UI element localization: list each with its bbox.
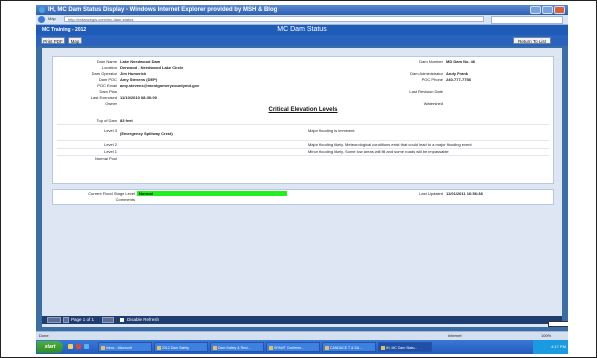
poc-email-value[interactable]: amy.stevens@montgomerycountymd.gov [120, 83, 199, 88]
label: Level 1 [104, 149, 117, 154]
critical-levels-heading: Critical Elevation Levels [268, 107, 338, 113]
flood-stage-indicator: Normal [137, 191, 287, 196]
windows-taskbar: start Inbox - Microsoft 2012 Dam Safety … [36, 340, 568, 354]
window-titlebar: IH, MC Dam Status Display - Windows Inte… [36, 5, 568, 15]
disable-refresh-checkbox[interactable] [120, 318, 124, 322]
taskbar-button-label: 2012 Dam Safety [162, 346, 190, 350]
level-3-value: (Emergency Spillway Crest) [120, 131, 173, 136]
taskbar-button-label: SFAWT Conferen... [274, 346, 305, 350]
last-exercised-value: 11/10/2010 08:30:00 [120, 95, 157, 100]
top-of-dam-value: 83 feet [120, 118, 133, 123]
quicklaunch-icon[interactable] [76, 344, 81, 349]
app-icon [269, 346, 273, 350]
browser-window: IH, MC Dam Status Display - Windows Inte… [36, 5, 568, 354]
level-1-description: Minor flooding likely. Some low areas wi… [308, 149, 449, 154]
label: Comments [115, 197, 135, 202]
dam-details-panel: Dam Name Lake Needwood Dam Location Derw… [52, 56, 554, 184]
level-2-description: Major flooding likely. Meteorological co… [308, 142, 472, 147]
label: Dam Name [96, 59, 117, 64]
label: Top of Dam [96, 118, 117, 123]
last-updated-value: 11/01/2011 16:56:38 [446, 191, 483, 196]
taskbar-button[interactable]: CANDACE T & SA... [322, 342, 376, 352]
label: Last Updated [419, 191, 443, 196]
first-page-button[interactable] [47, 317, 61, 323]
minimize-button[interactable] [530, 6, 541, 14]
flood-status-panel: Current Flood Stage Level Normal Comment… [52, 189, 554, 205]
label: Current Flood Stage Level [88, 191, 135, 196]
app-icon [325, 346, 329, 350]
window-title: IH, MC Dam Status Display - Windows Inte… [48, 7, 278, 13]
map-button[interactable]: Map [68, 37, 82, 44]
start-button[interactable]: start [37, 341, 63, 353]
label: Dam POC [98, 77, 117, 82]
label: Level 3 [104, 128, 117, 133]
taskbar-button[interactable]: Inbox - Microsoft [98, 342, 152, 352]
next-page-button[interactable] [102, 317, 114, 323]
divider [57, 148, 549, 149]
dam-administrator-value: Andy Frank [446, 71, 469, 76]
divider [57, 155, 549, 156]
label: Last Exercised [90, 95, 117, 100]
search-field[interactable] [491, 16, 563, 24]
quicklaunch-icon[interactable] [84, 344, 89, 349]
label: Dam Operator [91, 71, 117, 76]
taskbar-button[interactable]: SFAWT Conferen... [266, 342, 320, 352]
taskbar-button-label: IH, MC Dam Statu... [386, 346, 418, 350]
label: POC Email [97, 83, 117, 88]
system-tray-clock: 4:17 PM [533, 340, 568, 354]
disable-refresh-label: Disable Refresh [127, 317, 160, 322]
prev-page-button[interactable] [63, 317, 69, 323]
label: Dam Plan [99, 89, 117, 94]
taskbar-button-label: Dam Safety & Resi... [218, 346, 251, 350]
url-field[interactable]: http://reliancegis.com/mc-dam-status [64, 16, 484, 22]
back-icon[interactable] [38, 16, 45, 23]
taskbar-button-label: Inbox - Microsoft [106, 346, 132, 350]
label: Level 2 [104, 142, 117, 147]
toolbar: Print PDF Map Return To List [36, 35, 568, 46]
label: Normal Pool [94, 156, 117, 161]
screenshot-frame: IH, MC Dam Status Display - Windows Inte… [0, 0, 597, 358]
label: Dam Administrator [410, 71, 443, 76]
app-header: MC Training - 2012 MC Dam Status [36, 25, 568, 35]
pager-bar: Page 1 of 1 Disable Refresh [42, 316, 562, 324]
close-button[interactable] [554, 6, 565, 14]
label: POC Phone [421, 77, 443, 82]
ie-icon [39, 7, 45, 13]
poc-value: Amy Stevens (DEP) [120, 77, 158, 82]
app-icon [101, 346, 105, 350]
taskbar-button-label: CANDACE T & SA... [330, 346, 362, 350]
taskbar-button[interactable]: 2012 Dam Safety [154, 342, 208, 352]
quicklaunch-icon[interactable] [68, 344, 73, 349]
dam-name-value: Lake Needwood Dam [120, 59, 161, 64]
operator-value: Jim Humerick [120, 71, 147, 76]
tab-label[interactable]: Map [48, 16, 56, 21]
taskbar-button-active[interactable]: IH, MC Dam Statu... [378, 342, 432, 352]
app-icon [157, 346, 161, 350]
page-indicator: Page 1 of 1 [71, 317, 95, 322]
divider [57, 124, 549, 125]
divider [57, 140, 549, 141]
zoom-level[interactable]: 100% [541, 333, 551, 338]
poc-phone-value: 240-777-7758 [446, 77, 471, 82]
maximize-button[interactable] [542, 6, 553, 14]
dam-number-value: MD Dam No. 46 [446, 59, 476, 64]
status-text: Done [39, 333, 49, 338]
label: Watershed [423, 101, 443, 106]
label: Location [101, 65, 117, 70]
address-bar: Map http://reliancegis.com/mc-dam-status [36, 15, 568, 25]
label: Dam Number [419, 59, 443, 64]
print-pdf-button[interactable]: Print PDF [41, 37, 65, 44]
label: Owner [105, 101, 117, 106]
app-icon [213, 346, 217, 350]
location-value: Derwood - Needwood Lake Circle [120, 65, 184, 70]
main-content: Dam Name Lake Needwood Dam Location Derw… [42, 48, 562, 327]
return-to-list-button[interactable]: Return To List [513, 37, 551, 44]
level-3-description: Major flooding is imminent [308, 128, 355, 133]
hover-tooltip [548, 321, 568, 327]
page-title: MC Dam Status [277, 26, 327, 33]
taskbar-button[interactable]: Dam Safety & Resi... [210, 342, 264, 352]
label: Last Revision Date [409, 89, 443, 94]
zone-text: Internet [448, 333, 462, 338]
ie-icon [381, 346, 385, 350]
